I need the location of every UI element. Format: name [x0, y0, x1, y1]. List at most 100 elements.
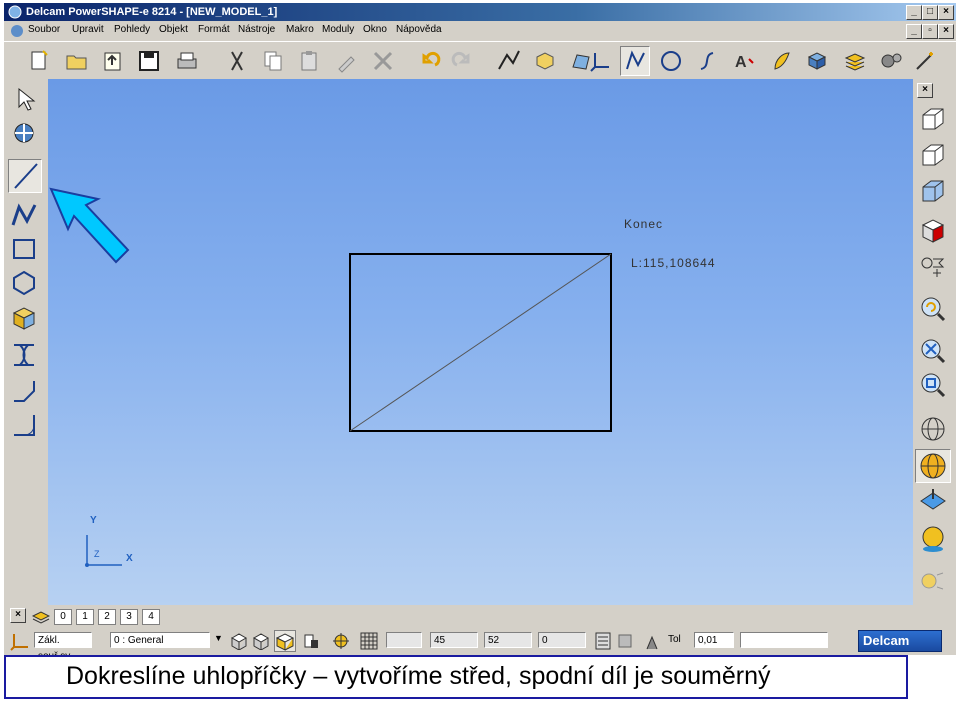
extra-field[interactable]	[740, 632, 828, 648]
select-surface-icon[interactable]	[252, 632, 270, 653]
save-icon[interactable]	[134, 46, 164, 76]
paste-icon[interactable]	[294, 46, 324, 76]
shaded-icon[interactable]	[915, 449, 951, 483]
settings-icon[interactable]	[876, 46, 906, 76]
layer-tab-4[interactable]: 4	[142, 609, 160, 625]
print-icon[interactable]	[172, 46, 202, 76]
cut-icon[interactable]	[222, 46, 252, 76]
line-tool-icon[interactable]	[620, 46, 650, 76]
solid-icon[interactable]	[802, 46, 832, 76]
view-cube-icon[interactable]	[919, 217, 947, 248]
minimize-button[interactable]: _	[906, 5, 922, 20]
menu-soubor[interactable]: Soubor	[28, 24, 60, 35]
lighting-icon[interactable]	[919, 567, 947, 598]
polygon-icon[interactable]	[10, 269, 38, 300]
sketch-icon[interactable]	[494, 46, 524, 76]
box-icon[interactable]	[10, 305, 38, 336]
zoom-rotate-icon[interactable]	[919, 295, 947, 326]
new-icon[interactable]	[24, 46, 54, 76]
coord-y-field[interactable]: 52	[484, 632, 532, 648]
layer-tab-0[interactable]: 0	[54, 609, 72, 625]
plane-view-icon[interactable]	[919, 487, 947, 518]
menu-objekt[interactable]: Objekt	[159, 24, 188, 35]
import-icon[interactable]	[98, 46, 128, 76]
open-icon[interactable]	[62, 46, 92, 76]
profile-icon[interactable]	[10, 341, 38, 372]
tol-label: Tol	[668, 634, 681, 645]
delcam-logo[interactable]: Delcam	[858, 630, 942, 652]
svg-text:A: A	[735, 54, 747, 71]
right-toolbar: ×	[913, 79, 956, 605]
layer-tab-1[interactable]: 1	[76, 609, 94, 625]
caption-text: Dokreslíne uhlopříčky – vytvoříme střed,…	[66, 662, 771, 690]
edit-icon[interactable]	[332, 46, 362, 76]
redo-icon[interactable]	[448, 46, 478, 76]
level-select[interactable]: 0 : General	[110, 632, 210, 648]
layer-bar-close-button[interactable]: ×	[10, 608, 26, 623]
workplane-icon[interactable]	[586, 46, 616, 76]
doc-minimize-button[interactable]: _	[906, 24, 922, 39]
text-tool-icon[interactable]: A	[730, 46, 760, 76]
menu-okno[interactable]: Okno	[363, 24, 387, 35]
fillet-icon[interactable]	[10, 411, 38, 442]
view-iso-icon[interactable]	[919, 177, 947, 208]
single-line-icon[interactable]	[8, 159, 42, 193]
select-cursor-icon[interactable]	[10, 85, 38, 116]
view-top-icon[interactable]	[919, 105, 947, 136]
menu-napoveda[interactable]: Nápověda	[396, 24, 442, 35]
select-solid-icon[interactable]	[274, 630, 296, 652]
menu-makro[interactable]: Makro	[286, 24, 314, 35]
snap-icon[interactable]	[10, 119, 38, 150]
solid-edit-icon[interactable]	[530, 46, 560, 76]
doc-restore-button[interactable]: ▫	[922, 24, 938, 39]
menu-pohledy[interactable]: Pohledy	[114, 24, 150, 35]
layer-manager-icon[interactable]	[31, 608, 51, 627]
render-sphere-icon[interactable]	[919, 525, 947, 556]
chamfer-icon[interactable]	[10, 377, 38, 408]
graphics-canvas[interactable]: Konec L:115,108644 Y X Z	[48, 79, 913, 605]
workplane-status-icon[interactable]	[10, 631, 30, 654]
menu-upravit[interactable]: Upravit	[72, 24, 104, 35]
magic-wand-icon[interactable]	[910, 46, 940, 76]
maximize-button[interactable]: □	[922, 5, 938, 20]
menu-format[interactable]: Formát	[198, 24, 230, 35]
close-button[interactable]: ×	[938, 5, 954, 20]
wireframe-icon[interactable]	[919, 415, 947, 446]
pan-icon[interactable]	[919, 253, 947, 284]
diagonal-line	[349, 253, 612, 432]
layers-icon[interactable]	[840, 46, 870, 76]
axis-triad	[85, 535, 122, 567]
arc-tool-icon[interactable]	[656, 46, 686, 76]
drawing-svg	[49, 187, 612, 567]
pivot-icon[interactable]	[332, 632, 350, 653]
level-dropdown-chevron-down-icon[interactable]: ▼	[214, 633, 223, 643]
coord-x-field[interactable]: 45	[430, 632, 478, 648]
rectangle-icon[interactable]	[10, 235, 38, 266]
tolerance-icon[interactable]	[644, 632, 662, 653]
calculator-icon[interactable]	[594, 632, 612, 653]
trim-icon[interactable]	[302, 632, 320, 653]
workplane-field[interactable]: Zákl. souř.sy	[34, 632, 92, 662]
undo-icon[interactable]	[414, 46, 444, 76]
delete-icon[interactable]	[368, 46, 398, 76]
doc-close-button[interactable]: ×	[938, 24, 954, 39]
menu-nastroje[interactable]: Nástroje	[238, 24, 275, 35]
tol-field[interactable]: 0,01	[694, 632, 734, 648]
zoom-fit-icon[interactable]	[919, 337, 947, 368]
view-front-icon[interactable]	[919, 141, 947, 172]
axis-x-label: X	[126, 553, 133, 564]
curve-tool-icon[interactable]	[692, 46, 722, 76]
position-icon[interactable]	[616, 632, 634, 653]
polyline-icon[interactable]	[10, 201, 38, 232]
copy-icon[interactable]	[258, 46, 288, 76]
view-toolbar-close-button[interactable]: ×	[917, 83, 933, 98]
select-wire-icon[interactable]	[230, 632, 248, 653]
title-bar: Delcam PowerSHAPE-e 8214 - [NEW_MODEL_1]…	[4, 3, 956, 21]
menu-moduly[interactable]: Moduly	[322, 24, 354, 35]
layer-tab-2[interactable]: 2	[98, 609, 116, 625]
zoom-box-icon[interactable]	[919, 371, 947, 402]
layer-tab-3[interactable]: 3	[120, 609, 138, 625]
coord-z-field[interactable]: 0	[538, 632, 586, 648]
surface-shape-icon[interactable]	[766, 46, 796, 76]
grid-icon[interactable]	[360, 632, 378, 653]
